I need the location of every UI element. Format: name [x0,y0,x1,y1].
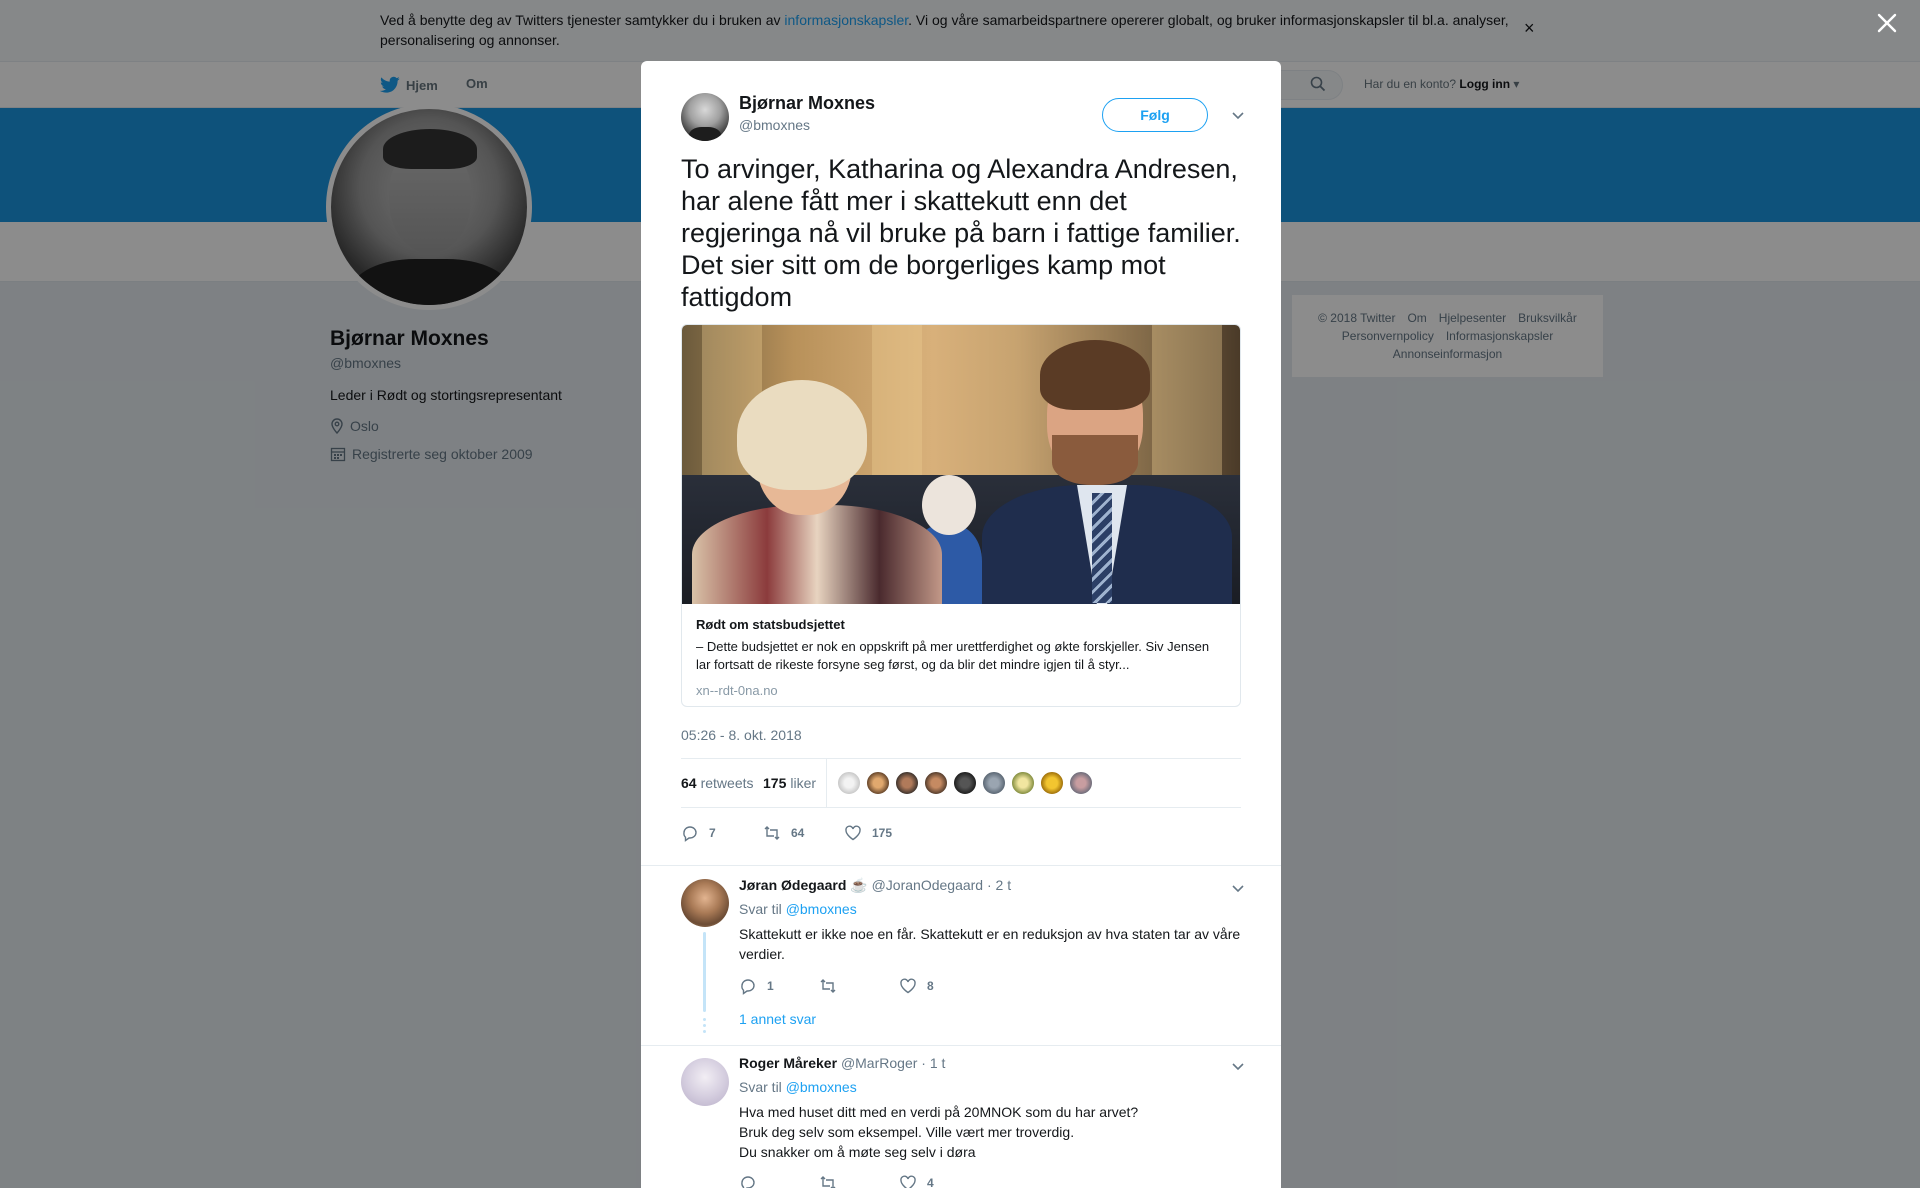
reply-to-link[interactable]: @bmoxnes [786,1079,857,1095]
likes-stat[interactable]: 175 liker [763,775,816,791]
reply-author-handle[interactable]: @MarRoger [841,1055,917,1071]
reply-button[interactable]: 7 [681,824,716,842]
reply-author-name[interactable]: Jøran Ødegaard [739,877,846,893]
chevron-down-icon[interactable] [1231,1059,1245,1073]
heart-icon [900,978,916,994]
reply-to: Svar til @bmoxnes [739,901,857,917]
reply-to-link[interactable]: @bmoxnes [786,901,857,917]
retweet-button[interactable] [819,1174,847,1188]
reply-avatar[interactable] [681,1058,729,1106]
liker-avatar[interactable] [1040,771,1064,795]
like-button[interactable]: 175 [844,824,892,842]
thread-dots [703,1018,706,1036]
reply-to: Svar til @bmoxnes [739,1079,857,1095]
heart-icon [845,825,861,841]
heart-icon [900,1175,916,1188]
liker-avatar[interactable] [1011,771,1035,795]
reply-text-line: Hva med huset ditt med en verdi på 20MNO… [739,1104,1139,1120]
coffee-emoji: ☕ [850,877,868,893]
card-domain: xn--rdt-0na.no [696,683,778,698]
tweet-timestamp[interactable]: 05:26 - 8. okt. 2018 [681,727,802,743]
author-handle[interactable]: @bmoxnes [739,117,810,133]
reply-icon [741,1176,755,1188]
card-title: Rødt om statsbudsjettet [696,617,845,632]
retweets-stat[interactable]: 64 retweets [681,775,754,791]
more-replies-link[interactable]: 1 annet svar [739,1011,816,1027]
reply-text-line: Du snakker om å møte seg selv i døra [739,1144,976,1160]
reply-header[interactable]: Jøran Ødegaard ☕ @JoranOdegaard · 2 t [739,877,1011,894]
reply-time[interactable]: · 1 t [921,1055,945,1071]
liker-avatar[interactable] [982,771,1006,795]
reply-icon [683,826,697,842]
reply-header[interactable]: Roger Måreker @MarRoger · 1 t [739,1055,945,1071]
reply-author-handle[interactable]: @JoranOdegaard [872,877,984,893]
author-name[interactable]: Bjørnar Moxnes [739,93,875,114]
reply-text-line: Bruk deg selv som eksempel. Ville vært m… [739,1124,1075,1140]
retweet-icon [764,826,780,840]
liker-avatar[interactable] [953,771,977,795]
tweet-modal: Bjørnar Moxnes @bmoxnes Følg To arvinger… [641,61,1281,1188]
close-icon[interactable] [1876,12,1898,34]
liker-avatar[interactable] [866,771,890,795]
stats-divider [826,759,827,807]
retweet-icon [820,1176,836,1188]
reply-avatar[interactable] [681,879,729,927]
like-button[interactable]: 4 [899,1174,934,1188]
reply-text: Hva med huset ditt med en verdi på 20MNO… [739,1102,1249,1162]
liker-avatar[interactable] [924,771,948,795]
thread-line [703,932,706,1012]
link-card[interactable]: Rødt om statsbudsjettet – Dette budsjett… [681,324,1241,707]
liker-avatar[interactable] [1069,771,1093,795]
reply-author-name[interactable]: Roger Måreker [739,1055,837,1071]
chevron-down-icon[interactable] [1231,108,1245,122]
reply-button[interactable]: 1 [739,977,774,995]
liker-avatar[interactable] [895,771,919,795]
tweet-stats: 64 retweets 175 liker [681,758,1241,808]
reply-time[interactable]: · 2 t [987,877,1011,893]
divider [641,1045,1281,1046]
reply-button[interactable] [739,1174,767,1188]
reply-text: Skattekutt er ikke noe en får. Skattekut… [739,926,1241,962]
divider [641,865,1281,866]
retweet-icon [820,979,836,993]
retweet-button[interactable] [819,977,847,995]
author-avatar[interactable] [681,93,729,141]
tweet-actions: 7 64 175 [681,818,1241,848]
like-button[interactable]: 8 [899,977,934,995]
chevron-down-icon[interactable] [1231,881,1245,895]
reply-icon [741,979,755,995]
card-description: – Dette budsjettet er nok en oppskrift p… [696,639,1210,672]
follow-button[interactable]: Følg [1102,98,1208,132]
retweet-button[interactable]: 64 [763,824,804,842]
liker-avatar[interactable] [837,771,861,795]
card-image[interactable] [682,325,1240,604]
tweet-text: To arvinger, Katharina og Alexandra Andr… [681,154,1241,312]
